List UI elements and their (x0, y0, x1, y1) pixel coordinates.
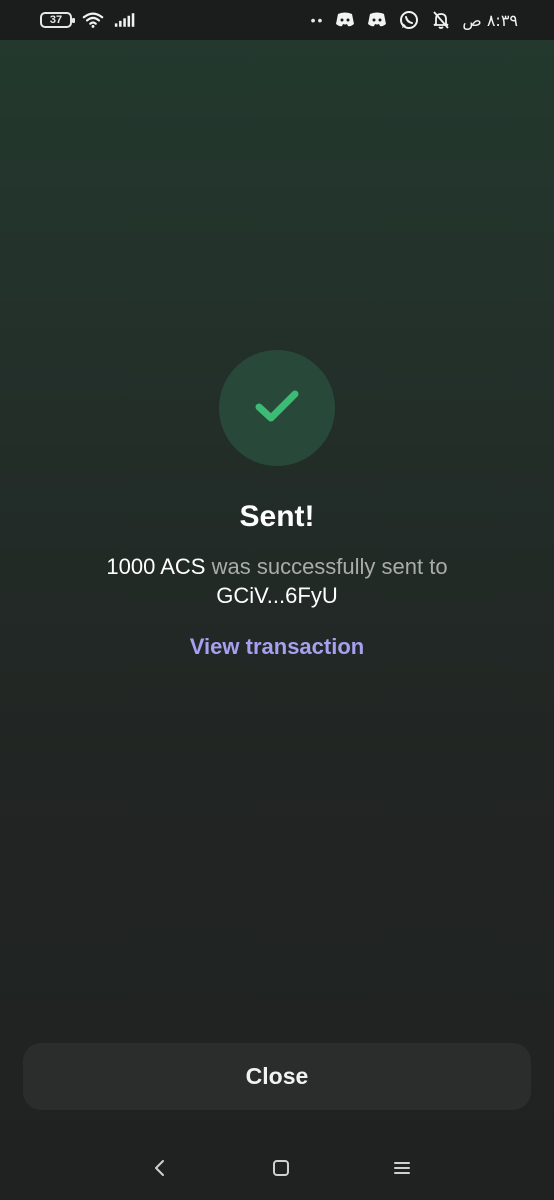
clock: ٨:٣٩ ص (462, 10, 518, 30)
discord-icon (334, 9, 356, 31)
back-icon[interactable] (148, 1156, 172, 1180)
message-text: was successfully sent to (205, 554, 448, 579)
system-nav-bar (0, 1135, 554, 1200)
notification-dots: •• (310, 12, 325, 28)
recipient-address: GCiV...6FyU (216, 583, 338, 608)
close-button[interactable]: Close (23, 1043, 531, 1110)
wifi-icon (82, 9, 104, 31)
success-message: 1000 ACS was successfully sent to GCiV..… (0, 552, 554, 610)
sent-amount: 1000 ACS (106, 554, 206, 579)
status-bar-right: •• ٨:٣٩ ص (311, 9, 518, 31)
view-transaction-link[interactable]: View transaction (0, 634, 554, 660)
success-title: Sent! (239, 500, 315, 533)
home-icon[interactable] (269, 1156, 293, 1180)
battery-level: 37 (49, 14, 63, 26)
checkmark-icon (253, 386, 301, 431)
menu-icon[interactable] (390, 1156, 414, 1180)
success-screen: 37 •• ٨:٣٩ ص Sent! 1000 ACS was successf… (0, 0, 554, 1200)
success-icon-circle (219, 350, 335, 466)
status-bar-left: 37 (40, 9, 136, 31)
battery-icon: 37 (40, 12, 75, 28)
status-bar: 37 •• ٨:٣٩ ص (0, 0, 554, 40)
bell-muted-icon (430, 9, 452, 31)
signal-icon (114, 9, 136, 31)
whatsapp-icon (398, 9, 420, 31)
discord-icon (366, 9, 388, 31)
